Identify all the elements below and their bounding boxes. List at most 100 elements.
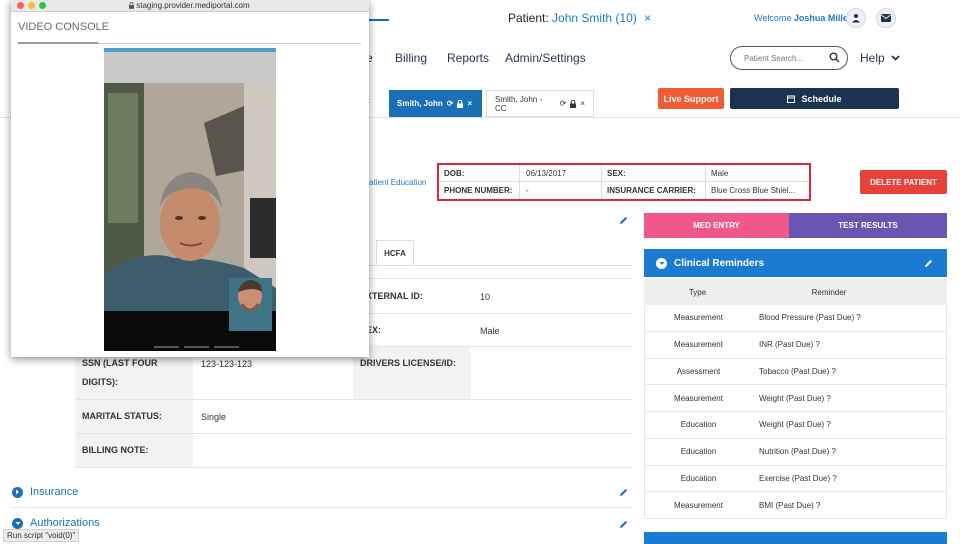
- col-type-header: Type: [688, 287, 707, 297]
- close-icon[interactable]: ×: [580, 99, 585, 108]
- nav-item-billing[interactable]: Billing: [395, 51, 427, 65]
- marital-status-label: MARITAL STATUS:: [82, 411, 162, 421]
- tab-label: Smith, John - CC: [495, 94, 543, 113]
- patient-header: Patient: John Smith (10) ×: [508, 11, 651, 25]
- reminder-text[interactable]: Exercise (Past Due) ?: [752, 474, 946, 483]
- table-row[interactable]: Measurement Weight (Past Due) ?: [644, 385, 947, 412]
- table-row[interactable]: Assessment Tobacco (Past Due) ?: [644, 358, 947, 386]
- reminder-text[interactable]: Weight (Past Due) ?: [752, 394, 946, 403]
- table-row[interactable]: Education Exercise (Past Due) ?: [644, 465, 947, 493]
- carrier-value: Blue Cross Blue Shiel...: [711, 186, 796, 195]
- ssn-value: 123-123-123: [201, 359, 253, 369]
- nav-item-reports[interactable]: Reports: [447, 51, 489, 65]
- pencil-icon[interactable]: [619, 216, 628, 225]
- schedule-button[interactable]: Schedule: [730, 88, 899, 109]
- patient-name-link[interactable]: John Smith (10): [552, 11, 637, 25]
- clinical-reminders-title: Clinical Reminders: [674, 257, 765, 269]
- authorizations-label: Authorizations: [30, 517, 100, 529]
- user-button[interactable]: [846, 8, 866, 28]
- drivers-license-label: DRIVERS LICENSE/ID:: [360, 358, 457, 368]
- reminder-text[interactable]: Blood Pressure (Past Due) ?: [752, 313, 946, 322]
- test-results-button[interactable]: TEST RESULTS: [789, 213, 947, 238]
- chevron-down-icon: [891, 55, 900, 61]
- demographics-row-1: DOB: 06/13/2017 SEX: Male: [439, 165, 809, 182]
- pencil-icon[interactable]: [619, 488, 628, 497]
- reminder-type: Measurement: [674, 340, 723, 350]
- reminder-type: Measurement: [674, 500, 723, 510]
- reminder-type: Education: [680, 420, 717, 430]
- reminder-type: Measurement: [674, 313, 723, 323]
- divider: [98, 43, 361, 44]
- table-row[interactable]: Measurement BMI (Past Due) ?: [644, 492, 947, 519]
- chevron-circle-icon: [656, 257, 667, 269]
- carrier-label: INSURANCE CARRIER:: [607, 186, 696, 195]
- next-panel-header[interactable]: [644, 532, 947, 544]
- external-id-label: XTERNAL ID:: [366, 291, 423, 301]
- lock-icon: [457, 99, 464, 108]
- close-icon[interactable]: ×: [467, 99, 472, 108]
- pencil-icon[interactable]: [924, 259, 933, 268]
- nav-item-admin-settings[interactable]: Admin/Settings: [505, 51, 586, 65]
- video-console-window[interactable]: staging.provider.mediportal.com VIDEO CO…: [11, 0, 369, 357]
- delete-patient-button[interactable]: DELETE PATIENT: [860, 170, 947, 194]
- table-row[interactable]: Education Weight (Past Due) ?: [644, 412, 947, 439]
- demographics-row-2: PHONE NUMBER: - INSURANCE CARRIER: Blue …: [439, 182, 809, 199]
- video-picture: [104, 48, 276, 351]
- table-row[interactable]: Education Nutrition (Past Due) ?: [644, 438, 947, 466]
- welcome-user: Joshua Miller: [793, 13, 852, 23]
- insurance-section-header[interactable]: Insurance: [12, 486, 78, 498]
- phone-label: PHONE NUMBER:: [444, 186, 513, 195]
- phone-value: -: [526, 186, 529, 195]
- minimize-window-button[interactable]: [28, 2, 35, 9]
- mail-icon: [881, 14, 891, 22]
- browser-status-bar: Run script "void(0)": [3, 529, 80, 542]
- reminder-text[interactable]: Weight (Past Due) ?: [752, 420, 946, 429]
- patient-demographics-box: DOB: 06/13/2017 SEX: Male PHONE NUMBER: …: [437, 163, 811, 201]
- dob-label: DOB:: [444, 169, 465, 178]
- search-placeholder: Patient Search...: [744, 53, 804, 63]
- sex-value: Male: [711, 169, 729, 178]
- divider: [12, 507, 632, 508]
- help-label: Help: [860, 51, 885, 65]
- table-header: Type Reminder: [644, 279, 947, 305]
- calendar-icon: [787, 95, 796, 103]
- close-window-button[interactable]: [17, 2, 24, 9]
- clinical-reminders-header[interactable]: Clinical Reminders: [644, 249, 947, 277]
- user-icon: [852, 14, 860, 23]
- search-icon[interactable]: [829, 52, 840, 63]
- welcome-text: Welcome Joshua Miller: [754, 13, 852, 23]
- window-titlebar[interactable]: staging.provider.mediportal.com: [11, 0, 369, 12]
- tab-smith-john[interactable]: Smith, John ⟳ ×: [389, 90, 482, 117]
- reminder-text[interactable]: BMI (Past Due) ?: [752, 501, 946, 510]
- remote-video-feed[interactable]: [104, 48, 276, 351]
- dob-value: 06/13/2017: [526, 169, 567, 178]
- table-row[interactable]: Measurement INR (Past Due) ?: [644, 331, 947, 359]
- tab-smith-john-cc[interactable]: Smith, John - CC ⟳ ×: [486, 90, 594, 117]
- clinical-reminders-table: Type Reminder Measurement Blood Pressure…: [644, 279, 947, 519]
- patient-label: Patient:: [508, 11, 549, 25]
- insurance-label: Insurance: [30, 486, 79, 498]
- patient-education-link[interactable]: atient Education: [369, 178, 426, 187]
- schedule-label: Schedule: [801, 93, 842, 104]
- refresh-icon[interactable]: ⟳: [560, 99, 567, 108]
- live-support-button[interactable]: Live Support: [658, 88, 724, 109]
- tab-hcfa[interactable]: HCFA: [376, 240, 414, 266]
- chevron-circle-icon: [12, 517, 23, 529]
- ssn-label: SSN (LAST FOUR DIGITS):: [82, 358, 158, 387]
- reminder-type: Education: [680, 447, 717, 457]
- mail-button[interactable]: [876, 8, 896, 28]
- patient-search-input[interactable]: Patient Search...: [730, 46, 848, 70]
- reminder-text[interactable]: Nutrition (Past Due) ?: [752, 447, 946, 456]
- pencil-icon[interactable]: [619, 520, 628, 529]
- lock-icon: [570, 99, 577, 108]
- refresh-icon[interactable]: ⟳: [447, 99, 454, 108]
- authorizations-section-header[interactable]: Authorizations: [12, 517, 100, 529]
- close-patient-icon[interactable]: ×: [644, 11, 651, 25]
- reminder-text[interactable]: INR (Past Due) ?: [752, 340, 946, 349]
- help-menu[interactable]: Help: [860, 51, 900, 65]
- maximize-window-button[interactable]: [39, 2, 46, 9]
- table-row[interactable]: Measurement Blood Pressure (Past Due) ?: [644, 305, 947, 332]
- reminder-text[interactable]: Tobacco (Past Due) ?: [752, 367, 946, 376]
- med-entry-button[interactable]: MED ENTRY: [644, 213, 789, 238]
- video-console-title: VIDEO CONSOLE: [18, 21, 110, 33]
